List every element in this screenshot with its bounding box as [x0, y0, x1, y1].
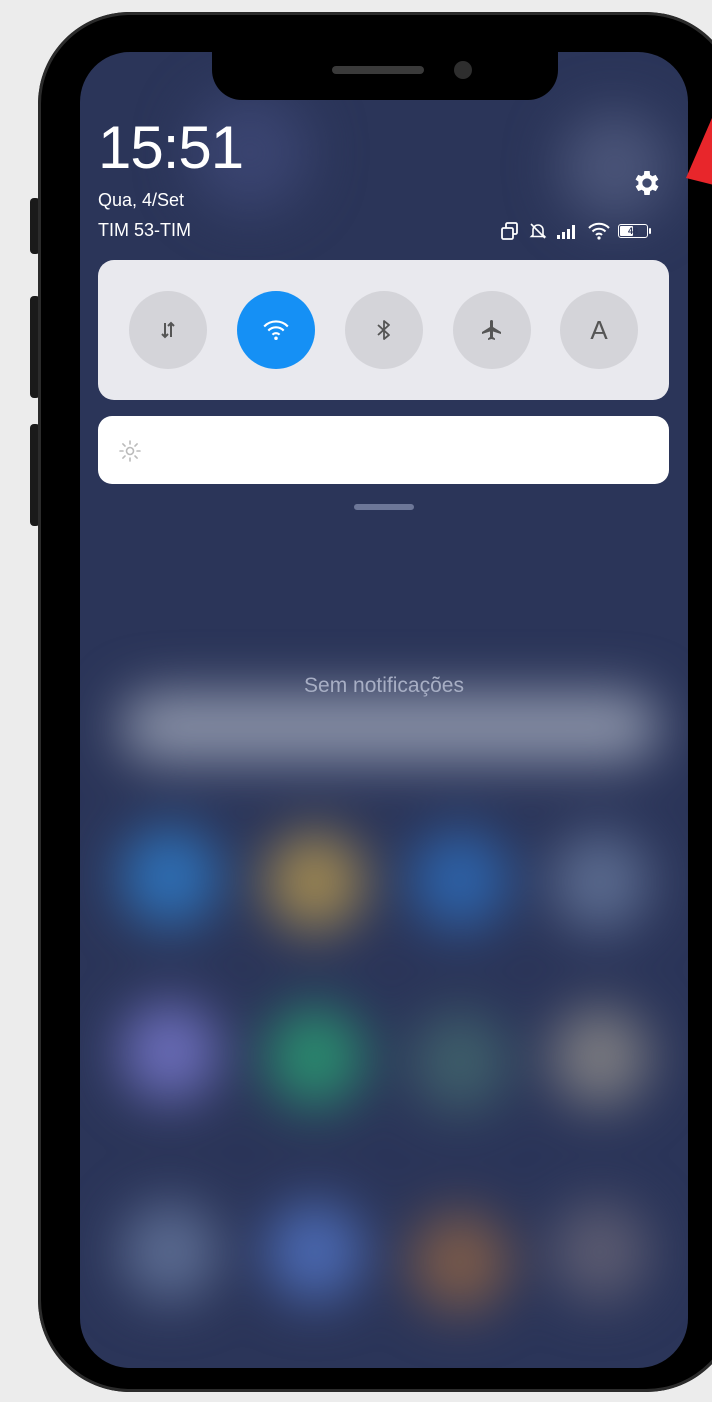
auto-brightness-icon: A: [590, 314, 608, 345]
toggle-airplane[interactable]: [453, 291, 531, 369]
front-camera: [454, 61, 472, 79]
brightness-slider[interactable]: [98, 416, 669, 484]
wifi-status-icon: [588, 222, 610, 240]
brightness-icon: [119, 440, 141, 462]
notification-shade: 15:51 Qua, 4/Set TIM 53-TIM 48 A Sem not…: [80, 52, 688, 1368]
toggle-auto-brightness[interactable]: A: [560, 291, 638, 369]
wifi-icon: [263, 320, 289, 341]
blurred-homescreen: [80, 52, 688, 1368]
toggle-bluetooth[interactable]: [345, 291, 423, 369]
notch: [212, 52, 558, 100]
status-bar-icons: 48: [500, 220, 651, 242]
annotation-arrow-icon: [686, 118, 712, 185]
silent-bell-icon: [529, 223, 547, 239]
battery-icon: 48: [618, 224, 651, 238]
data-transfer-icon: [161, 321, 175, 339]
shade-drag-handle[interactable]: [354, 504, 414, 510]
speaker-grille: [332, 66, 424, 74]
empty-notifications-label: Sem notificações: [304, 674, 464, 697]
battery-level: 48: [627, 225, 638, 236]
settings-gear-icon[interactable]: [631, 167, 663, 199]
date-label: Qua, 4/Set: [98, 190, 185, 210]
quick-toggles-panel: A: [98, 260, 669, 400]
dual-sim-icon: [501, 222, 518, 240]
airplane-icon: [482, 320, 501, 340]
bluetooth-icon: [377, 320, 390, 340]
signal-strength-icon: [557, 225, 575, 239]
toggle-wifi[interactable]: [237, 291, 315, 369]
carrier-label: TIM 53-TIM: [98, 220, 191, 240]
toggle-mobile-data[interactable]: [129, 291, 207, 369]
clock-time: 15:51: [98, 114, 244, 181]
